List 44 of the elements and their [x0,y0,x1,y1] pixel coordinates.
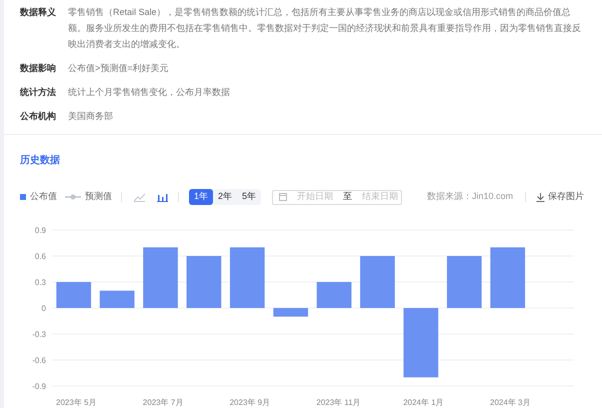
x-tick-label: 2023年 5月 [56,398,96,407]
y-tick-label: -0.6 [32,356,46,365]
bar [143,247,178,308]
section-title: 历史数据 [20,155,60,166]
save-image-button[interactable]: 保存图片 [536,190,584,204]
field-value: 零售销售（Retail Sale），是零售销售数额的统计汇总，包括所有主要从事零售业务的商店以现金或信用形式销售的商品价值总额。服务业所发生的费用不包括在零售销售中。零售数据对于判定一国的经济现状和前景具有重要指导作用，因为零售销售直接反映出消费者支出的增减变化。 [68,6,582,51]
x-tick-label: 2024年 1月 [403,398,444,407]
legend-label[interactable]: 预测值 [85,190,112,204]
y-tick-label: 0.6 [34,252,46,261]
field-value: 公布值>预测值=利好美元 [68,62,170,75]
range-tab[interactable]: 1年 [189,189,214,205]
bar [100,290,134,308]
source-text: 数据来源：Jin10.com [426,190,513,204]
y-tick-label: 0.3 [34,278,46,287]
field-label: 公布机构 [20,110,57,123]
x-tick-label: 2023年 11月 [316,398,361,407]
x-tick-label: 2023年 9月 [230,398,270,407]
bar [230,247,265,308]
date-range-field[interactable]: 开始日期 至 结束日期 [272,190,402,204]
field-value: 统计上个月零售销售变化，公布月率数据 [68,86,231,99]
field-value: 美国商务部 [68,110,114,123]
range-tab[interactable]: 5年 [237,189,262,205]
x-tick-label: 2024年 3月 [490,398,530,407]
range-tab[interactable]: 2年 [213,189,238,205]
bar [56,282,92,308]
bar [446,256,482,308]
bar [316,282,352,308]
bar [360,256,395,308]
y-tick-label: -0.3 [32,330,46,339]
y-tick-label: 0 [42,304,46,313]
bar [490,247,526,308]
y-tick-label: 0.9 [34,226,46,235]
calendar-icon [279,193,288,201]
bar [404,308,438,378]
x-tick-label: 2023年 7月 [142,398,184,407]
legend-label[interactable]: 公布值 [30,190,57,204]
field-label: 数据释义 [20,6,57,19]
bar [273,308,308,317]
download-icon [536,192,545,202]
y-tick-label: -0.9 [32,382,46,391]
field-label: 统计方法 [20,86,57,99]
bar-chart-icon[interactable] [157,192,168,202]
field-label: 数据影响 [20,62,57,75]
bar [186,256,222,308]
